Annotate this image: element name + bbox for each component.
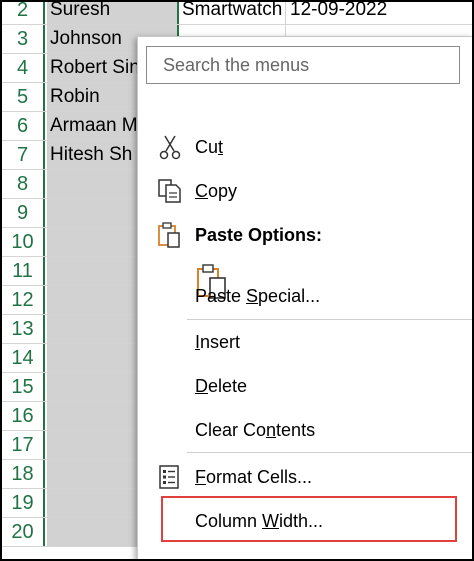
row-header[interactable]: 15 xyxy=(2,373,45,401)
cell-a[interactable]: Suresh xyxy=(47,2,177,24)
window-frame: 2 Suresh Smartwatch 12-09-2022 3 Johnson 4 Robe… xyxy=(2,2,472,559)
menu-item-copy[interactable]: Copy xyxy=(138,170,472,212)
row-header[interactable]: 17 xyxy=(2,431,45,459)
copy-icon xyxy=(156,177,184,205)
row-header[interactable]: 10 xyxy=(2,228,45,256)
paste-options-heading: Paste Options: xyxy=(195,225,323,245)
row-header[interactable]: 9 xyxy=(2,199,45,227)
table-row[interactable]: 2 Suresh Smartwatch 12-09-2022 xyxy=(2,2,472,25)
format-cells-icon xyxy=(156,463,184,491)
menu-item-label: Cut xyxy=(195,137,224,157)
menu-item-label: Paste Special... xyxy=(195,286,321,306)
menu-item-cut[interactable]: Cut xyxy=(138,126,472,168)
menu-item-label: Clear Contents xyxy=(195,420,316,440)
row-header[interactable]: 5 xyxy=(2,83,45,111)
cell-c[interactable]: 12-09-2022 xyxy=(285,2,395,24)
cell-b[interactable]: Smartwatch xyxy=(177,2,285,24)
menu-item-paste-options: Paste Options: xyxy=(138,214,472,256)
menu-search-input[interactable] xyxy=(146,46,460,84)
row-header[interactable]: 8 xyxy=(2,170,45,198)
row-header[interactable]: 7 xyxy=(2,141,45,169)
row-header[interactable]: 6 xyxy=(2,112,45,140)
menu-item-label: Copy xyxy=(195,181,238,201)
row-header[interactable]: 3 xyxy=(2,25,45,53)
highlight-box xyxy=(161,496,457,542)
menu-item-label: Delete xyxy=(195,376,248,396)
row-header[interactable]: 18 xyxy=(2,460,45,488)
context-menu: Cut Copy Paste Options: xyxy=(137,36,472,559)
row-header[interactable]: 4 xyxy=(2,54,45,82)
row-header[interactable]: 12 xyxy=(2,286,45,314)
menu-separator xyxy=(187,319,472,320)
menu-item-paste-special[interactable]: Paste Special... xyxy=(138,275,472,317)
row-header[interactable]: 20 xyxy=(2,518,45,546)
row-header[interactable]: 11 xyxy=(2,257,45,285)
clipboard-icon xyxy=(156,221,184,249)
row-header[interactable]: 13 xyxy=(2,315,45,343)
row-header[interactable]: 16 xyxy=(2,402,45,430)
row-header[interactable]: 14 xyxy=(2,344,45,372)
menu-item-clear-contents[interactable]: Clear Contents xyxy=(138,409,472,451)
menu-separator xyxy=(187,452,472,453)
menu-item-label: Format Cells... xyxy=(195,467,313,487)
row-header[interactable]: 2 xyxy=(2,2,45,24)
menu-item-delete[interactable]: Delete xyxy=(138,365,472,407)
scissors-icon xyxy=(156,133,184,161)
menu-item-format-cells[interactable]: Format Cells... xyxy=(138,456,472,498)
row-header[interactable]: 19 xyxy=(2,489,45,517)
menu-item-insert[interactable]: Insert xyxy=(138,321,472,363)
menu-item-label: Insert xyxy=(195,332,241,352)
